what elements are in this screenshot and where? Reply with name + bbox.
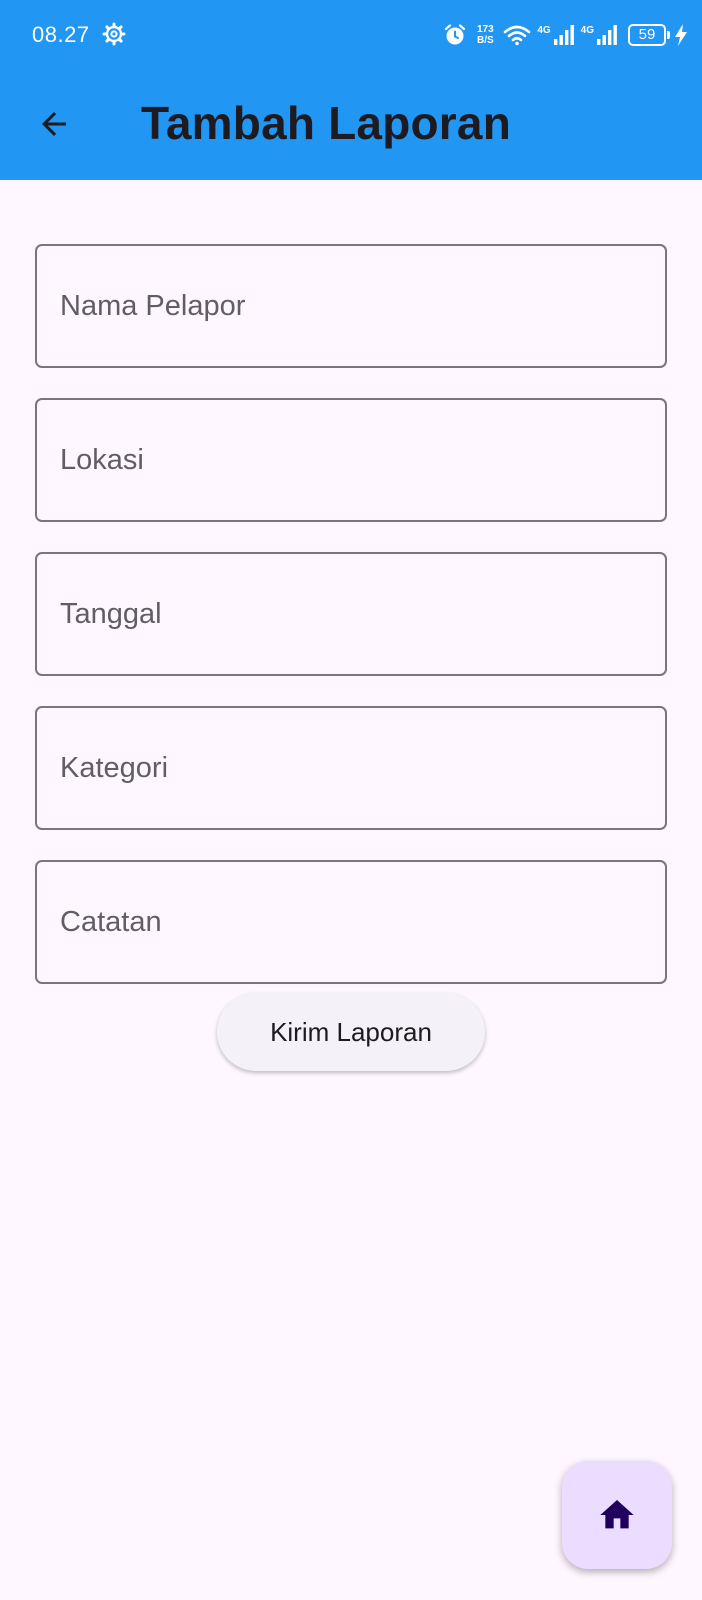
kategori-field[interactable]: Kategori (35, 706, 667, 830)
charging-bolt-icon (675, 24, 687, 46)
app-bar: 08.27 173 B/S 4G 4G 59 Tambah Laporan (0, 0, 702, 180)
battery-level: 59 (638, 26, 656, 43)
catatan-label: Catatan (60, 905, 162, 938)
network-speed-unit: B/S (476, 35, 494, 46)
battery-icon: 59 (628, 24, 670, 46)
catatan-field[interactable]: Catatan (35, 860, 667, 984)
lokasi-label: Lokasi (60, 443, 144, 476)
signal-bars-icon (553, 25, 574, 45)
nama-pelapor-field[interactable]: Nama Pelapor (35, 244, 667, 368)
settings-gear-icon (102, 22, 126, 46)
nama-pelapor-label: Nama Pelapor (60, 289, 246, 322)
status-time: 08.27 (32, 22, 90, 47)
status-bar: 08.27 173 B/S 4G 4G 59 (0, 0, 702, 72)
submit-report-button[interactable]: Kirim Laporan (217, 993, 485, 1071)
tanggal-field[interactable]: Tanggal (35, 552, 667, 676)
network-speed: 173 B/S (473, 24, 497, 46)
home-fab-button[interactable] (562, 1461, 672, 1569)
home-icon (600, 1500, 634, 1529)
wifi-icon (504, 25, 531, 46)
network-type-2: 4G (580, 24, 594, 36)
status-indicators: 173 B/S 4G 4G 59 (443, 18, 688, 52)
tanggal-label: Tanggal (60, 597, 162, 630)
alarm-clock-icon (445, 24, 466, 45)
back-button[interactable] (34, 104, 74, 144)
lokasi-field[interactable]: Lokasi (35, 398, 667, 522)
kategori-label: Kategori (60, 751, 169, 784)
signal-bars-icon (597, 25, 617, 45)
network-type-1: 4G (537, 24, 551, 36)
network-speed-value: 173 (476, 24, 494, 35)
page-title: Tambah Laporan (141, 97, 511, 149)
arrow-back-icon (42, 112, 66, 136)
